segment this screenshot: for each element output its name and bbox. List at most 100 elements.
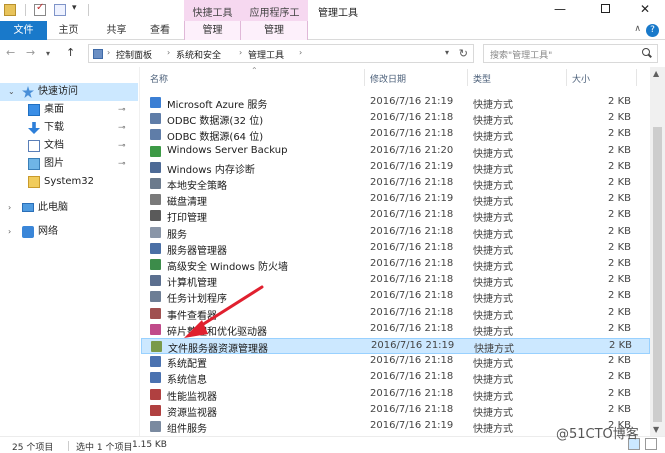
table-row[interactable]: 事件查看器 2016/7/16 21:18 快捷方式 2 KB bbox=[141, 306, 650, 322]
expand-icon[interactable]: › bbox=[8, 223, 11, 241]
shortcut-icon bbox=[150, 242, 161, 254]
table-row[interactable]: 资源监视器 2016/7/16 21:18 快捷方式 2 KB bbox=[141, 403, 650, 419]
file-type: 快捷方式 bbox=[473, 164, 513, 176]
back-button[interactable]: ← bbox=[6, 46, 15, 59]
column-separator[interactable] bbox=[636, 69, 637, 86]
scrollbar-thumb[interactable] bbox=[653, 127, 662, 422]
column-separator[interactable] bbox=[566, 69, 567, 86]
table-row[interactable]: 碎片整理和优化驱动器 2016/7/16 21:18 快捷方式 2 KB bbox=[141, 322, 650, 338]
tab-view[interactable]: 查看 bbox=[140, 21, 180, 40]
file-name: 打印管理 bbox=[167, 213, 207, 225]
close-button[interactable]: ✕ bbox=[625, 2, 665, 19]
separator bbox=[25, 4, 26, 16]
table-row[interactable]: ODBC 数据源(32 位) 2016/7/16 21:18 快捷方式 2 KB bbox=[141, 111, 650, 127]
breadcrumb-control-panel[interactable]: 控制面板 bbox=[116, 48, 152, 61]
scroll-up-icon[interactable]: ▲ bbox=[653, 69, 659, 78]
file-date: 2016/7/16 21:18 bbox=[370, 177, 454, 188]
breadcrumb-system-security[interactable]: 系统和安全 bbox=[176, 48, 221, 61]
nav-item-desktop[interactable]: 桌面 ⊸ bbox=[0, 101, 138, 119]
expand-icon[interactable]: › bbox=[8, 199, 11, 217]
nav-item-network[interactable]: › 网络 bbox=[0, 223, 138, 241]
file-type: 快捷方式 bbox=[473, 326, 513, 338]
nav-item-documents[interactable]: 文档 ⊸ bbox=[0, 137, 138, 155]
table-row[interactable]: 性能监视器 2016/7/16 21:18 快捷方式 2 KB bbox=[141, 387, 650, 403]
table-row[interactable]: 服务 2016/7/16 21:18 快捷方式 2 KB bbox=[141, 225, 650, 241]
breadcrumb-separator[interactable]: › bbox=[107, 48, 110, 57]
file-date: 2016/7/16 21:18 bbox=[370, 290, 454, 302]
tab-file[interactable]: 文件 bbox=[0, 21, 47, 40]
file-type: 快捷方式 bbox=[473, 148, 513, 160]
table-row[interactable]: 任务计划程序 2016/7/16 21:18 快捷方式 2 KB bbox=[141, 289, 650, 305]
search-icon[interactable] bbox=[642, 48, 652, 58]
table-row[interactable]: Windows 内存诊断 2016/7/16 21:19 快捷方式 2 KB bbox=[141, 160, 650, 176]
file-type: 快捷方式 bbox=[473, 359, 513, 371]
file-size: 2 KB bbox=[608, 177, 631, 188]
file-type: 快捷方式 bbox=[473, 229, 513, 241]
large-icons-view-icon[interactable] bbox=[645, 438, 657, 450]
table-row[interactable]: 服务器管理器 2016/7/16 21:18 快捷方式 2 KB bbox=[141, 241, 650, 257]
collapse-ribbon-icon[interactable]: ∧ bbox=[634, 24, 641, 34]
file-name: ODBC 数据源(32 位) bbox=[167, 116, 264, 128]
nav-label: System32 bbox=[44, 176, 95, 187]
tab-manage-shortcut[interactable]: 管理 bbox=[184, 21, 241, 40]
column-header-type[interactable]: 类型 bbox=[473, 72, 491, 85]
nav-item-this-pc[interactable]: › 此电脑 bbox=[0, 199, 138, 217]
address-dropdown-icon[interactable]: ▾ bbox=[445, 48, 449, 57]
new-folder-icon[interactable] bbox=[54, 4, 66, 16]
column-separator[interactable] bbox=[467, 69, 468, 86]
properties-icon[interactable] bbox=[34, 2, 46, 16]
nav-item-quick-access[interactable]: ⌄ 快速访问 bbox=[0, 83, 138, 101]
nav-label: 快速访问 bbox=[38, 86, 78, 97]
minimize-button[interactable]: — bbox=[540, 2, 580, 19]
nav-item-pictures[interactable]: 图片 ⊸ bbox=[0, 155, 138, 173]
up-button[interactable]: ↑ bbox=[66, 46, 75, 59]
file-size: 2 KB bbox=[608, 112, 631, 124]
refresh-icon[interactable]: ↻ bbox=[459, 47, 468, 60]
table-row[interactable]: 文件服务器资源管理器 2016/7/16 21:19 快捷方式 2 KB bbox=[141, 338, 650, 355]
shortcut-icon bbox=[150, 226, 161, 238]
watermark: @51CTO博客 bbox=[556, 427, 639, 442]
table-row[interactable]: 系统信息 2016/7/16 21:18 快捷方式 2 KB bbox=[141, 370, 650, 386]
tab-home[interactable]: 主页 bbox=[48, 21, 89, 40]
shortcut-icon bbox=[150, 161, 161, 173]
table-row[interactable]: 打印管理 2016/7/16 21:18 快捷方式 2 KB bbox=[141, 208, 650, 224]
vertical-scrollbar[interactable]: ▲ ▼ bbox=[650, 67, 665, 436]
nav-item-downloads[interactable]: 下载 ⊸ bbox=[0, 119, 138, 137]
recent-locations-button[interactable]: ▾ bbox=[46, 49, 50, 58]
table-row[interactable]: 本地安全策略 2016/7/16 21:18 快捷方式 2 KB bbox=[141, 176, 650, 192]
collapse-icon[interactable]: ⌄ bbox=[8, 83, 15, 101]
address-input[interactable]: › 控制面板 › 系统和安全 › 管理工具 › ▾ ↻ bbox=[88, 44, 474, 63]
table-row[interactable]: 磁盘清理 2016/7/16 21:19 快捷方式 2 KB bbox=[141, 192, 650, 208]
search-box[interactable]: 搜索"管理工具" bbox=[483, 44, 658, 63]
quick-access-dropdown-icon[interactable]: ▾ bbox=[72, 3, 77, 13]
breadcrumb-separator[interactable]: › bbox=[239, 48, 242, 57]
table-row[interactable]: 计算机管理 2016/7/16 21:18 快捷方式 2 KB bbox=[141, 273, 650, 289]
tab-manage-app[interactable]: 管理 bbox=[241, 21, 308, 40]
column-header-date[interactable]: 修改日期 bbox=[370, 72, 406, 85]
column-header-name[interactable]: 名称 bbox=[150, 72, 168, 85]
breadcrumb-separator[interactable]: › bbox=[167, 48, 170, 57]
selection-size: 1.15 KB bbox=[132, 440, 167, 450]
nav-item-system32[interactable]: System32 bbox=[0, 173, 138, 191]
forward-button[interactable]: → bbox=[26, 46, 35, 59]
file-name: 组件服务 bbox=[167, 424, 207, 435]
tab-share[interactable]: 共享 bbox=[96, 21, 137, 40]
column-header-size[interactable]: 大小 bbox=[572, 72, 590, 85]
column-separator[interactable] bbox=[364, 69, 365, 86]
table-row[interactable]: 高级安全 Windows 防火墙 2016/7/16 21:18 快捷方式 2 KB bbox=[141, 257, 650, 273]
file-type: 快捷方式 bbox=[473, 181, 513, 192]
table-row[interactable]: ODBC 数据源(64 位) 2016/7/16 21:18 快捷方式 2 KB bbox=[141, 127, 650, 143]
help-icon[interactable]: ? bbox=[646, 24, 659, 37]
nav-label: 下载 bbox=[44, 122, 64, 133]
breadcrumb-admin-tools[interactable]: 管理工具 bbox=[248, 48, 284, 61]
maximize-button[interactable] bbox=[585, 2, 625, 19]
table-row[interactable]: 系统配置 2016/7/16 21:18 快捷方式 2 KB bbox=[141, 354, 650, 370]
ribbon-tabs: 文件 主页 共享 查看 管理 管理 ∧ ? bbox=[0, 21, 665, 40]
scroll-down-icon[interactable]: ▼ bbox=[653, 425, 659, 434]
breadcrumb-separator[interactable]: › bbox=[299, 48, 302, 57]
table-row[interactable]: Microsoft Azure 服务 2016/7/16 21:19 快捷方式 2 K… bbox=[141, 95, 650, 111]
table-row[interactable]: Windows Server Backup 2016/7/16 21:20 快捷方式… bbox=[141, 144, 650, 160]
context-tab-app-tools: 应用程序工具 bbox=[241, 0, 308, 34]
file-size: 2 KB bbox=[608, 144, 631, 156]
computer-icon bbox=[22, 203, 34, 212]
